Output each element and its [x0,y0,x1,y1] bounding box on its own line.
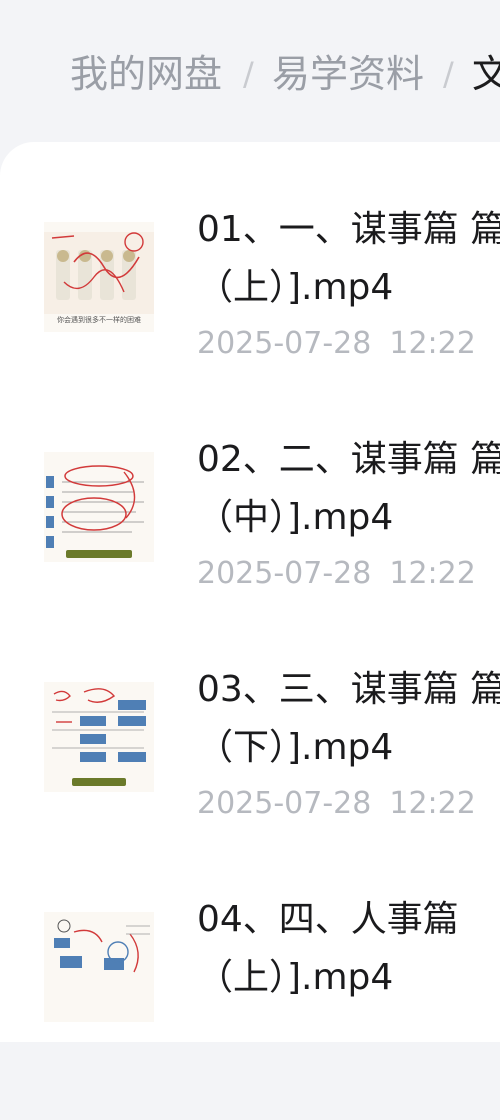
file-name[interactable]: 03、三、谋事篇 篇（下）].mp4 [197,661,500,777]
breadcrumb-item-current: 文 [472,52,500,96]
file-time: 12:22 [389,326,476,361]
file-list: 你会遇到很多不一样的困难 01、一、谋事篇 篇（上）].mp4 2025-07-… [0,142,500,1042]
file-row[interactable]: 04、四、人事篇 （上）].mp4 [0,890,500,1120]
file-date: 2025-07-28 [197,786,372,821]
video-thumbnail [44,452,154,562]
video-thumbnail [44,682,154,792]
file-time: 12:22 [389,786,476,821]
file-name[interactable]: 04、四、人事篇 （上）].mp4 [197,891,500,1007]
breadcrumb-separator: / [443,55,454,93]
file-name[interactable]: 01、一、谋事篇 篇（上）].mp4 [197,201,500,317]
thumbnail-caption: 你会遇到很多不一样的困难 [57,315,141,324]
file-meta: 2025-07-2812:226 [197,324,500,364]
breadcrumb-item-yixue-materials[interactable]: 易学资料 [272,50,424,98]
file-time: 12:22 [389,556,476,591]
breadcrumb-item-my-drive[interactable]: 我的网盘 [70,50,222,98]
file-date: 2025-07-28 [197,556,372,591]
file-row[interactable]: 02、二、谋事篇 篇（中）].mp4 2025-07-2812:223 [0,430,500,660]
file-date: 2025-07-28 [197,326,372,361]
file-name[interactable]: 02、二、谋事篇 篇（中）].mp4 [197,431,500,547]
file-meta: 2025-07-2812:223 [197,554,500,594]
video-thumbnail [44,912,154,1022]
breadcrumb-separator: / [243,55,254,93]
file-meta: 2025-07-2812:223 [197,784,500,824]
file-row[interactable]: 03、三、谋事篇 篇（下）].mp4 2025-07-2812:223 [0,660,500,890]
breadcrumb: 我的网盘 / 易学资料 / 文 [0,0,500,140]
file-row[interactable]: 你会遇到很多不一样的困难 01、一、谋事篇 篇（上）].mp4 2025-07-… [0,200,500,430]
video-thumbnail: 你会遇到很多不一样的困难 [44,222,154,332]
